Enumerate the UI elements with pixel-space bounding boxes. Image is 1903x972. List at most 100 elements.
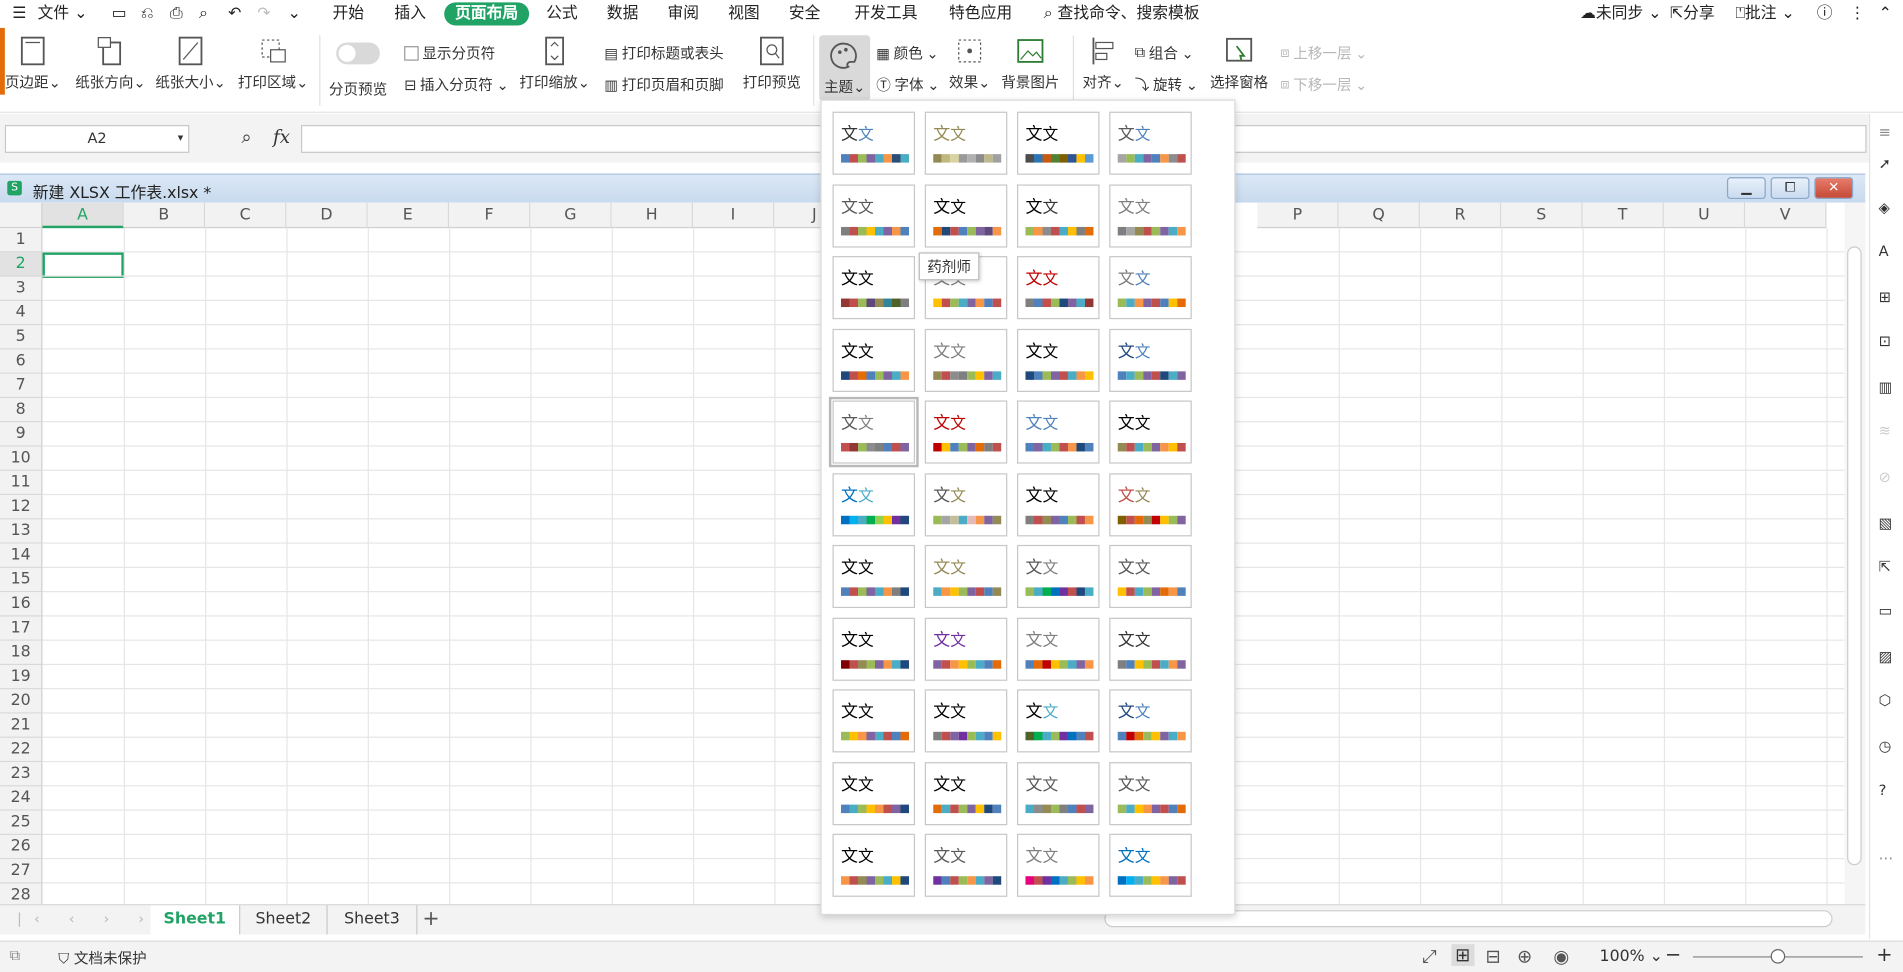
vertical-scroll-thumb[interactable] xyxy=(1847,246,1862,866)
tab-special[interactable]: 特色应用 xyxy=(949,2,1012,25)
settings-sliders-icon[interactable]: ≋ xyxy=(1879,422,1898,441)
theme-font-button[interactable]: Ⓣ 字体 ⌄ xyxy=(876,74,939,95)
normal-view-icon[interactable]: ⊞ xyxy=(1451,944,1475,967)
style-icon[interactable]: A xyxy=(1879,243,1898,262)
theme-card[interactable]: 文文 xyxy=(832,183,916,247)
menu-file[interactable]: 文件 ⌄ xyxy=(38,2,88,25)
row-header-17[interactable]: 17 xyxy=(0,616,43,641)
column-header-q[interactable]: Q xyxy=(1338,202,1420,229)
page-view-icon[interactable]: ⊕ xyxy=(1517,945,1532,967)
row-header-22[interactable]: 22 xyxy=(0,737,43,763)
column-header-i[interactable]: I xyxy=(692,202,775,229)
theme-color-button[interactable]: ▦ 颜色 ⌄ xyxy=(876,42,938,63)
more-icon[interactable]: ⋮ xyxy=(1850,2,1866,25)
row-header-16[interactable]: 16 xyxy=(0,592,43,617)
theme-card[interactable]: 文文 xyxy=(1109,689,1192,753)
theme-card[interactable]: 文文 xyxy=(1016,617,1100,681)
theme-button[interactable]: 主题⌄ xyxy=(819,35,871,101)
theme-card[interactable]: 文文 xyxy=(1016,472,1100,536)
rotate-button[interactable]: ⤵ 旋转 ⌄ xyxy=(1135,74,1198,95)
sheet-tab-1[interactable]: Sheet1 xyxy=(150,905,241,935)
theme-card[interactable]: 文文 xyxy=(1109,472,1192,536)
theme-card[interactable]: 文文 xyxy=(832,689,916,753)
theme-card[interactable]: 文文 xyxy=(924,689,1008,753)
theme-card[interactable]: 文文 xyxy=(1016,833,1100,897)
theme-effect-button[interactable]: 效果⌄ xyxy=(949,35,990,92)
page-size-button[interactable]: 纸张大小⌄ xyxy=(155,35,226,92)
row-header-18[interactable]: 18 xyxy=(0,640,43,666)
menu-hamburger-icon[interactable]: ☰ xyxy=(12,2,26,25)
theme-card[interactable]: 文文 xyxy=(924,617,1008,681)
column-header-h[interactable]: H xyxy=(611,202,693,229)
theme-card[interactable]: 文文 xyxy=(924,111,1008,175)
column-header-t[interactable]: T xyxy=(1582,202,1664,229)
theme-card[interactable]: 文文 xyxy=(1016,183,1100,247)
quick-access-more-icon[interactable]: ⌄ xyxy=(288,2,301,25)
row-header-21[interactable]: 21 xyxy=(0,713,43,738)
row-header-13[interactable]: 13 xyxy=(0,519,43,544)
row-header-25[interactable]: 25 xyxy=(0,810,43,835)
column-header-u[interactable]: U xyxy=(1663,202,1746,229)
theme-card[interactable]: 文文 xyxy=(1016,761,1100,825)
theme-card[interactable]: 文文 xyxy=(828,396,919,468)
print-scale-button[interactable]: 打印缩放⌄ xyxy=(519,35,590,92)
close-button[interactable]: ✕ xyxy=(1814,177,1854,200)
theme-card[interactable]: 文文 xyxy=(1016,256,1100,320)
link-icon[interactable]: ⊘ xyxy=(1879,468,1898,487)
theme-card[interactable]: 文文 xyxy=(832,111,916,175)
active-cell-a2[interactable] xyxy=(42,252,124,278)
tab-home[interactable]: 开始 xyxy=(333,2,365,25)
tab-review[interactable]: 审阅 xyxy=(667,2,699,25)
theme-card[interactable]: 文文 xyxy=(1109,111,1192,175)
zoom-out-button[interactable]: − xyxy=(1665,943,1681,966)
row-header-2[interactable]: 2 xyxy=(0,252,43,277)
theme-card[interactable]: 文文 xyxy=(1109,400,1192,464)
column-header-g[interactable]: G xyxy=(530,202,612,229)
archive-icon[interactable]: ▭ xyxy=(1879,602,1898,621)
image-icon[interactable]: ▨ xyxy=(1879,648,1898,667)
share-button[interactable]: ⇱分享 xyxy=(1670,2,1715,25)
row-header-27[interactable]: 27 xyxy=(0,859,43,884)
sidebar-more-icon[interactable]: ⋯ xyxy=(1879,850,1898,869)
theme-card[interactable]: 文文 xyxy=(1109,544,1192,609)
theme-card[interactable]: 文文 xyxy=(1016,400,1100,464)
row-header-20[interactable]: 20 xyxy=(0,689,43,714)
show-page-breaks-checkbox[interactable]: 显示分页符 xyxy=(404,42,495,63)
column-header-a[interactable]: A xyxy=(42,202,124,229)
zoom-formula-icon[interactable]: ⌕ xyxy=(242,126,252,148)
restore-button[interactable]: ⧠ xyxy=(1770,177,1810,200)
history-icon[interactable]: ◷ xyxy=(1879,738,1898,757)
redo-icon[interactable]: ↷ xyxy=(257,2,270,25)
print-area-button[interactable]: 打印区域⌄ xyxy=(238,35,308,92)
group-button[interactable]: ⧉ 组合 ⌄ xyxy=(1135,42,1194,63)
margin-button[interactable]: 页边距⌄ xyxy=(5,35,61,92)
theme-card[interactable]: 文文 xyxy=(1016,689,1100,753)
column-header-c[interactable]: C xyxy=(205,202,287,229)
selection-pane-button[interactable]: 选择窗格 xyxy=(1210,35,1268,92)
theme-card[interactable]: 文文 xyxy=(924,328,1008,392)
theme-card[interactable]: 文文 xyxy=(1109,256,1192,320)
print-header-footer-button[interactable]: ▥ 打印页眉和页脚 xyxy=(604,74,723,95)
column-header-d[interactable]: D xyxy=(286,202,368,229)
row-header-4[interactable]: 4 xyxy=(0,300,43,326)
send-backward-button[interactable]: ⧈ 下移一层 ⌄ xyxy=(1280,74,1367,95)
row-header-19[interactable]: 19 xyxy=(0,665,43,690)
collapse-ribbon-icon[interactable]: ⌃ xyxy=(1879,2,1892,25)
name-box-dropdown-icon[interactable]: ▾ xyxy=(178,126,183,151)
column-header-r[interactable]: R xyxy=(1419,202,1502,229)
name-box[interactable]: A2 ▾ xyxy=(4,125,190,153)
theme-card[interactable]: 文文 xyxy=(1109,833,1192,897)
orientation-button[interactable]: 纸张方向⌄ xyxy=(75,35,146,92)
cloud-save-icon[interactable]: ⎌ xyxy=(141,2,154,25)
zoom-in-button[interactable]: + xyxy=(1876,943,1892,966)
theme-card[interactable]: 文文 xyxy=(1016,544,1100,609)
select-cursor-icon[interactable]: ➚ xyxy=(1879,155,1898,174)
insert-page-break-button[interactable]: ⊟ 插入分页符 ⌄ xyxy=(404,74,509,95)
protection-status[interactable]: ⛉ 文档未保护 xyxy=(58,948,146,969)
undo-icon[interactable]: ↶ xyxy=(228,2,241,25)
theme-card[interactable]: 文文 xyxy=(832,544,916,609)
theme-card[interactable]: 文文 xyxy=(1016,111,1100,175)
tab-insert[interactable]: 插入 xyxy=(394,2,426,25)
zoom-slider-thumb[interactable] xyxy=(1770,949,1786,964)
row-header-23[interactable]: 23 xyxy=(0,762,43,787)
